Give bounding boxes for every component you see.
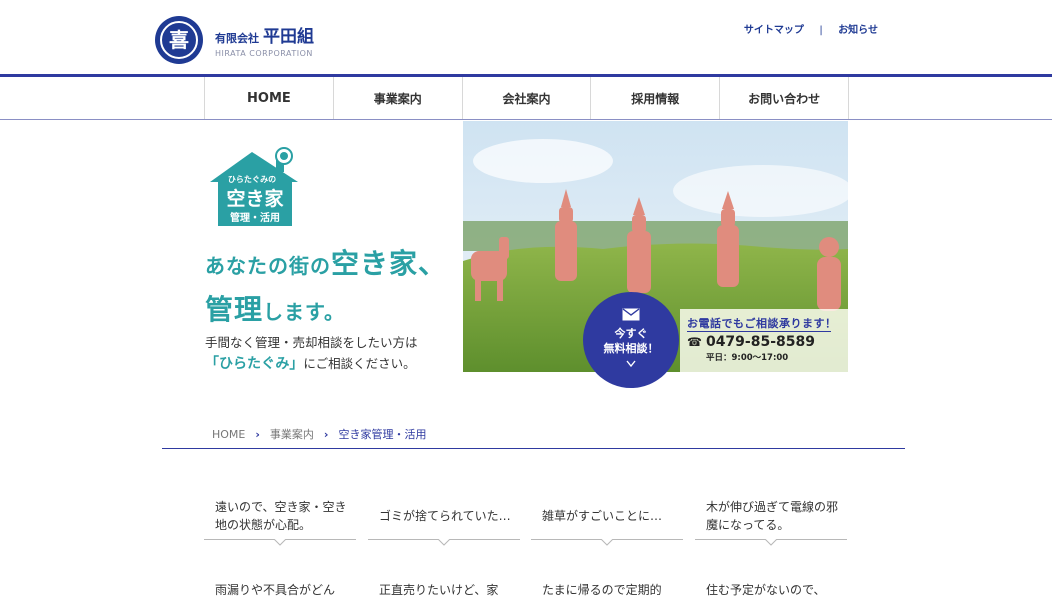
phone-number-text: 0479-85-8589 — [705, 334, 815, 350]
utility-links: サイトマップ | お知らせ — [744, 21, 878, 36]
logo-emblem-icon: 喜 — [155, 16, 203, 64]
nav-item-company[interactable]: 会社案内 — [463, 77, 592, 119]
worry-text: 雑草がすごいことに… — [542, 509, 663, 523]
breadcrumb-current: 空き家管理・活用 — [338, 428, 427, 441]
speech-notch-icon — [765, 539, 777, 546]
company-logo[interactable]: 喜 有限会社 平田組 HIRATA CORPORATION — [155, 16, 314, 64]
consult-line-2: 無料相談！ — [603, 342, 659, 355]
worry-card: 木が伸び過ぎて電線の邪魔になってる。 — [695, 495, 847, 546]
breadcrumb: HOME › 事業案内 › 空き家管理・活用 — [212, 426, 426, 442]
company-roman: HIRATA CORPORATION — [215, 49, 313, 58]
lead-line-2: にご相談ください。 — [303, 356, 416, 371]
sitemap-link[interactable]: サイトマップ — [744, 21, 804, 36]
worry-text: 正直売りたいけど、家 — [379, 583, 499, 597]
worry-card: 雨漏りや不具合がどん — [204, 580, 356, 600]
mail-icon — [622, 308, 640, 321]
breadcrumb-home[interactable]: HOME — [212, 428, 245, 441]
hero-lead: 手間なく管理・売却相談をしたい方は 「ひらたぐみ」にご相談ください。 — [205, 332, 418, 375]
badge-sub-text: 管理・活用 — [230, 211, 280, 224]
nav-item-business[interactable]: 事業案内 — [334, 77, 463, 119]
worry-card: 住む予定がないので、 — [695, 580, 847, 600]
news-link[interactable]: お知らせ — [838, 21, 878, 36]
logo-glyph: 喜 — [169, 28, 189, 52]
chevron-down-icon — [626, 360, 636, 368]
consult-line-1: 今すぐ — [614, 327, 648, 340]
worry-card: 遠いので、空き家・空き地の状態が心配。 — [204, 495, 356, 546]
worry-text: たまに帰るので定期的 — [542, 583, 662, 597]
contact-heading: お電話でもご相談承ります！ — [687, 317, 837, 330]
nav-rule — [0, 119, 1052, 120]
global-nav: HOME 事業案内 会社案内 採用情報 お問い合わせ — [204, 77, 849, 119]
company-prefix: 有限会社 — [215, 32, 259, 45]
util-separator: | — [819, 25, 823, 36]
phone-contact-box[interactable]: お電話でもご相談承ります！ ☎ 0479-85-8589 平日：9:00〜17:0… — [680, 309, 848, 372]
business-hours: 平日：9:00〜17:00 — [706, 353, 789, 363]
worry-text: ゴミが捨てられていた… — [379, 509, 511, 523]
headline-1a: あなたの街の — [205, 254, 331, 278]
worry-card: たまに帰るので定期的 — [531, 580, 683, 600]
nav-item-recruit[interactable]: 採用情報 — [591, 77, 721, 119]
worry-text: 住む予定がないので、 — [706, 583, 826, 597]
phone-number[interactable]: ☎ 0479-85-8589 — [687, 334, 815, 350]
lead-brand: 「ひらたぐみ」 — [205, 356, 304, 372]
worry-card: ゴミが捨てられていた… — [368, 495, 520, 546]
speech-notch-icon — [438, 539, 450, 546]
speech-notch-icon — [274, 539, 286, 546]
headline-2a: 管理 — [205, 293, 264, 326]
worry-card: 正直売りたいけど、家 — [368, 580, 520, 600]
hero-headline: あなたの街の空き家、 管理します。 — [205, 243, 447, 335]
company-name: 平田組 — [263, 27, 314, 47]
worry-text: 遠いので、空き家・空き地の状態が心配。 — [215, 500, 347, 532]
speech-notch-icon — [601, 539, 613, 546]
chevron-right-icon: › — [323, 427, 329, 441]
headline-1b: 空き家、 — [331, 247, 448, 280]
badge-main-text: 空き家 — [226, 187, 284, 210]
free-consult-button[interactable]: 今すぐ 無料相談！ — [583, 292, 679, 388]
nav-item-contact[interactable]: お問い合わせ — [720, 77, 849, 119]
worry-text: 木が伸び過ぎて電線の邪魔になってる。 — [706, 500, 839, 532]
worry-card: 雑草がすごいことに… — [531, 495, 683, 546]
lead-line-1: 手間なく管理・売却相談をしたい方は — [205, 335, 418, 350]
headline-2b: します。 — [263, 300, 346, 324]
contact-underline — [687, 331, 831, 332]
badge-small-text: ひらたぐみの — [228, 174, 276, 184]
nav-item-home[interactable]: HOME — [205, 77, 334, 119]
akiya-badge-icon: ひらたぐみの 空き家 管理・活用 — [206, 146, 306, 234]
breadcrumb-business[interactable]: 事業案内 — [270, 426, 314, 442]
breadcrumb-rule — [162, 448, 905, 449]
worry-text: 雨漏りや不具合がどん — [215, 583, 336, 597]
phone-icon: ☎ — [687, 335, 702, 349]
chevron-right-icon: › — [255, 427, 260, 441]
